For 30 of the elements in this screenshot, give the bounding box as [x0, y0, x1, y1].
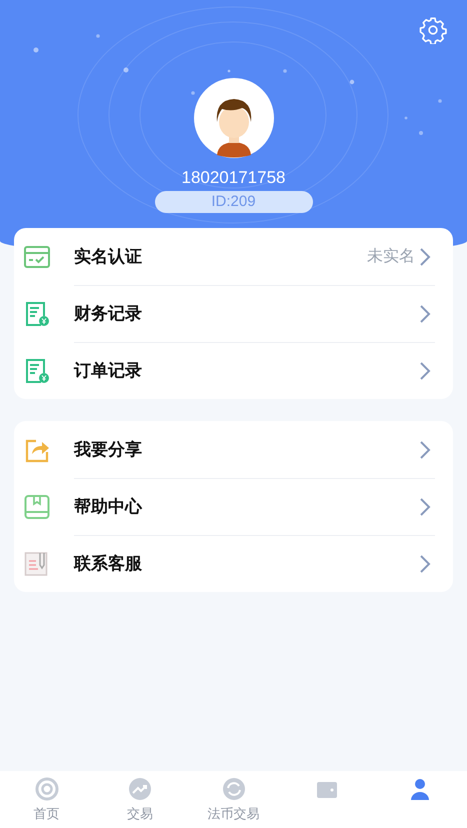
- exchange-icon: [222, 777, 246, 801]
- menu-item[interactable]: 订单记录: [24, 342, 439, 399]
- chevron-right-icon: [419, 496, 431, 516]
- chevron-right-icon: [419, 246, 431, 266]
- settings-icon[interactable]: [419, 16, 447, 44]
- menu-item[interactable]: 财务记录: [24, 285, 439, 342]
- menu-item[interactable]: 联系客服: [24, 535, 439, 592]
- menu-label: 订单记录: [74, 360, 143, 382]
- menu-item[interactable]: 实名认证 未实名: [24, 228, 439, 285]
- verification-status: 未实名: [367, 246, 415, 267]
- target-icon: [34, 777, 59, 801]
- chevron-right-icon: [419, 360, 431, 380]
- user-id-badge: ID:209: [154, 191, 312, 213]
- menu-label: 财务记录: [74, 303, 143, 325]
- book-icon: [24, 494, 50, 520]
- menu-label: 帮助中心: [74, 496, 144, 518]
- menu-label: 我要分享: [74, 439, 143, 461]
- menu-item[interactable]: 帮助中心: [24, 478, 439, 535]
- document-icon: [24, 550, 50, 576]
- chevron-right-icon: [419, 440, 431, 460]
- chevron-right-icon: [419, 304, 431, 324]
- id-card-icon: [24, 244, 50, 270]
- chevron-right-icon: [419, 554, 431, 574]
- menu-item[interactable]: 我要分享: [24, 421, 439, 478]
- phone-number: 18020171758: [181, 168, 286, 188]
- receipt-icon: [24, 300, 50, 326]
- receipt-icon: [24, 358, 50, 384]
- trend-icon: [128, 777, 152, 801]
- menu-label: 实名认证: [74, 246, 143, 268]
- menu-label: 联系客服: [74, 553, 143, 575]
